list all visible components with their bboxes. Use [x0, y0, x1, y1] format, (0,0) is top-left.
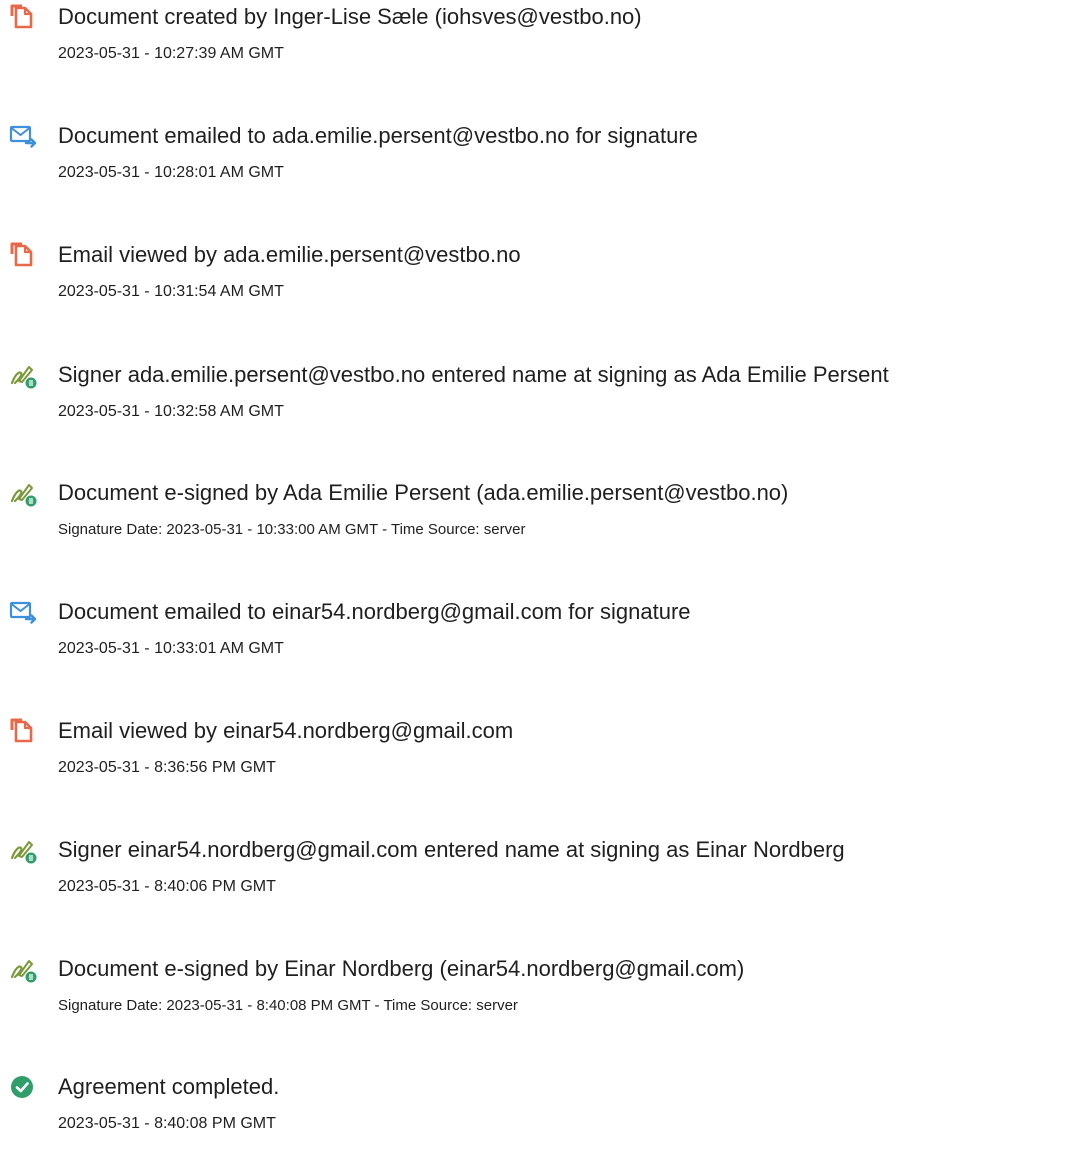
audit-event: Document e-signed by Einar Nordberg (ein… — [0, 955, 1066, 1035]
audit-event: Document emailed to einar54.nordberg@gma… — [0, 598, 1066, 678]
audit-event: Document e-signed by Ada Emilie Persent … — [0, 479, 1066, 559]
event-title: Agreement completed. — [58, 1074, 280, 1099]
checkmark-icon — [9, 1073, 37, 1101]
event-title: Email viewed by ada.emilie.persent@vestb… — [58, 242, 521, 267]
email-icon — [9, 598, 37, 626]
event-timestamp: 2023-05-31 - 8:36:56 PM GMT — [58, 759, 276, 776]
signature-icon — [9, 955, 37, 983]
audit-event: Email viewed by ada.emilie.persent@vestb… — [0, 241, 1066, 321]
event-timestamp: 2023-05-31 - 10:32:58 AM GMT — [58, 403, 284, 420]
event-timestamp: 2023-05-31 - 10:27:39 AM GMT — [58, 45, 284, 62]
event-title: Document emailed to einar54.nordberg@gma… — [58, 599, 691, 624]
email-icon — [9, 122, 37, 150]
audit-event: Email viewed by einar54.nordberg@gmail.c… — [0, 717, 1066, 797]
event-timestamp: Signature Date: 2023-05-31 - 8:40:08 PM … — [58, 997, 518, 1014]
audit-event: Signer einar54.nordberg@gmail.com entere… — [0, 836, 1066, 916]
event-title: Document e-signed by Einar Nordberg (ein… — [58, 956, 745, 981]
event-timestamp: 2023-05-31 - 10:28:01 AM GMT — [58, 164, 284, 181]
document-icon — [9, 3, 37, 31]
event-timestamp: 2023-05-31 - 10:33:01 AM GMT — [58, 640, 284, 657]
event-timestamp: 2023-05-31 - 10:31:54 AM GMT — [58, 283, 284, 300]
audit-event: Signer ada.emilie.persent@vestbo.no ente… — [0, 361, 1066, 441]
signature-icon — [9, 836, 37, 864]
event-title: Signer ada.emilie.persent@vestbo.no ente… — [58, 362, 889, 387]
document-icon — [9, 717, 37, 745]
event-title: Document emailed to ada.emilie.persent@v… — [58, 123, 698, 148]
signature-icon — [9, 361, 37, 389]
event-timestamp: 2023-05-31 - 8:40:08 PM GMT — [58, 1115, 276, 1132]
event-timestamp: Signature Date: 2023-05-31 - 10:33:00 AM… — [58, 521, 526, 538]
event-title: Signer einar54.nordberg@gmail.com entere… — [58, 837, 845, 862]
event-title: Document created by Inger-Lise Sæle (ioh… — [58, 4, 642, 29]
event-title: Document e-signed by Ada Emilie Persent … — [58, 480, 789, 505]
document-icon — [9, 241, 37, 269]
audit-event: Document created by Inger-Lise Sæle (ioh… — [0, 3, 1066, 83]
audit-event: Agreement completed. 2023-05-31 - 8:40:0… — [0, 1073, 1066, 1153]
event-title: Email viewed by einar54.nordberg@gmail.c… — [58, 718, 514, 743]
event-timestamp: 2023-05-31 - 8:40:06 PM GMT — [58, 878, 276, 895]
signature-icon — [9, 479, 37, 507]
audit-event: Document emailed to ada.emilie.persent@v… — [0, 122, 1066, 202]
